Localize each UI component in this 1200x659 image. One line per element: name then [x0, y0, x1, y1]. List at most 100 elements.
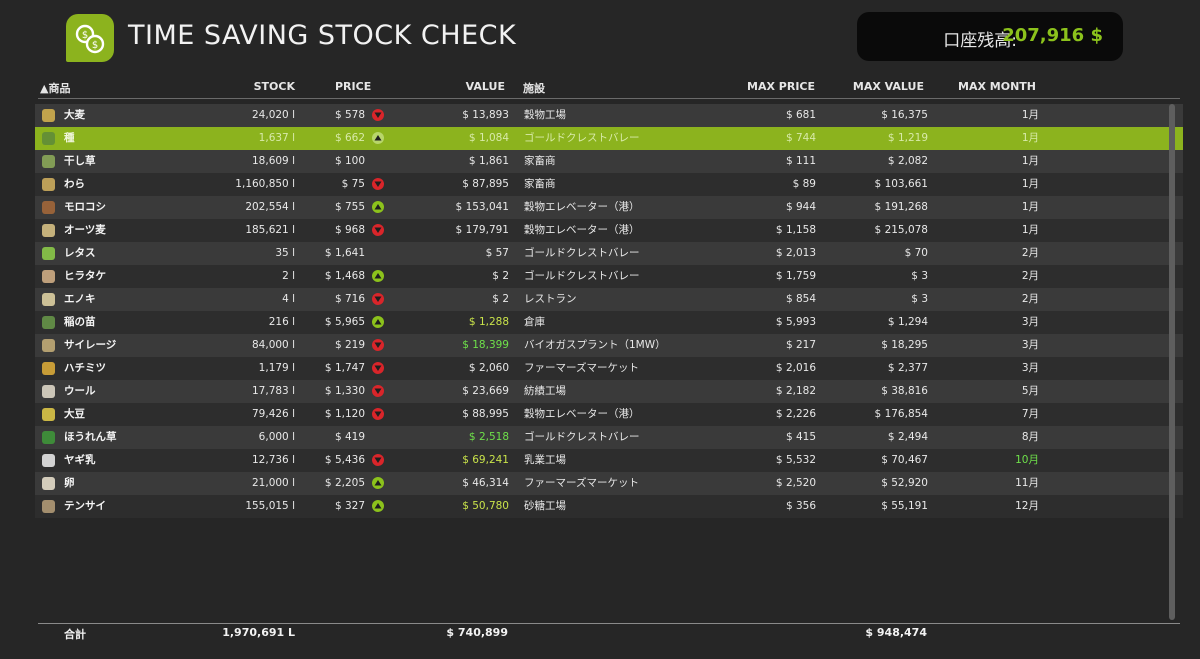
svg-text:$: $	[82, 30, 88, 41]
product-name: オーツ麦	[64, 224, 106, 236]
price-cell: $ 1,120	[324, 408, 365, 420]
max-month-cell: 1月	[1021, 224, 1039, 236]
max-value-cell: $ 38,816	[881, 385, 928, 397]
max-price-cell: $ 944	[785, 201, 816, 213]
facility-cell: ゴールドクレストバレー	[524, 247, 640, 259]
facility-cell: ゴールドクレストバレー	[524, 431, 640, 443]
table-row[interactable]: オーツ麦 185,621 l $ 968 $ 179,791 穀物エレベーター（港） $ …	[35, 219, 1183, 242]
value-cell: $ 153,041	[455, 201, 509, 213]
facility-cell: 砂糖工場	[524, 500, 566, 512]
facility-cell: ゴールドクレストバレー	[524, 270, 640, 282]
lettuce-icon	[41, 246, 56, 261]
goat-milk-icon	[41, 453, 56, 468]
price-up-icon	[372, 477, 384, 489]
column-header-value[interactable]: VALUE	[466, 80, 505, 93]
max-month-cell: 2月	[1021, 270, 1039, 282]
max-month-cell: 1月	[1021, 132, 1039, 144]
product-name: ハチミツ	[64, 362, 106, 374]
column-header-stock[interactable]: STOCK	[254, 80, 295, 93]
table-row[interactable]: レタス 35 l $ 1,641 $ 57 ゴールドクレストバレー $ 2,013 $ 70…	[35, 242, 1183, 265]
stock-total: 1,970,691 L	[222, 626, 295, 639]
table-row[interactable]: 干し草 18,609 l $ 100 $ 1,861 家畜商 $ 111 $ 2,082 1月	[35, 150, 1183, 173]
table-row[interactable]: 稲の苗 216 l $ 5,965 $ 1,288 倉庫 $ 5,993 $ 1,294 3月	[35, 311, 1183, 334]
table-row[interactable]: ヤギ乳 12,736 l $ 5,436 $ 69,241 乳業工場 $ 5,532 $ 7…	[35, 449, 1183, 472]
max-value-cell: $ 16,375	[881, 109, 928, 121]
table-row[interactable]: サイレージ 84,000 l $ 219 $ 18,399 バイオガスプラント（1MW）…	[35, 334, 1183, 357]
table-row[interactable]: 卵 21,000 l $ 2,205 $ 46,314 ファーマーズマーケット $ 2,5…	[35, 472, 1183, 495]
stock-cell: 155,015 l	[245, 500, 295, 512]
value-cell: $ 23,669	[462, 385, 509, 397]
value-cell: $ 1,084	[468, 132, 509, 144]
max-month-cell: 3月	[1021, 362, 1039, 374]
table-row[interactable]: わら 1,160,850 l $ 75 $ 87,895 家畜商 $ 89 $ 103,66…	[35, 173, 1183, 196]
stock-cell: 1,160,850 l	[235, 178, 295, 190]
totals-row: 合計 1,970,691 L $ 740,899 $ 948,474	[0, 626, 1200, 642]
sorghum-icon	[41, 200, 56, 215]
price-down-icon	[372, 385, 384, 397]
max-price-cell: $ 2,226	[775, 408, 816, 420]
column-header-max-value[interactable]: MAX VALUE	[853, 80, 924, 93]
silage-icon	[41, 338, 56, 353]
column-header-max-month[interactable]: MAX MONTH	[958, 80, 1036, 93]
table-row[interactable]: 大麦 24,020 l $ 578 $ 13,893 穀物工場 $ 681 $ 16,375…	[35, 104, 1183, 127]
max-price-cell: $ 744	[785, 132, 816, 144]
table-row[interactable]: ウール 17,783 l $ 1,330 $ 23,669 紡績工場 $ 2,182 $ 3…	[35, 380, 1183, 403]
max-value-cell: $ 2,377	[887, 362, 928, 374]
app-logo: $ $	[66, 14, 114, 62]
price-down-icon	[372, 408, 384, 420]
column-header-name[interactable]: ▲商品	[40, 80, 70, 96]
wheat-icon	[41, 108, 56, 123]
price-down-icon	[372, 362, 384, 374]
page-title: TIME SAVING STOCK CHECK	[128, 20, 517, 51]
column-header-price[interactable]: PRICE	[335, 80, 371, 93]
max-value-cell: $ 215,078	[874, 224, 928, 236]
table-row[interactable]: ほうれん草 6,000 l $ 419 $ 2,518 ゴールドクレストバレー $ 415…	[35, 426, 1183, 449]
price-cell: $ 5,436	[324, 454, 365, 466]
table-row[interactable]: ハチミツ 1,179 l $ 1,747 $ 2,060 ファーマーズマーケット $ 2,…	[35, 357, 1183, 380]
product-name: ヒラタケ	[64, 270, 106, 282]
price-down-icon	[372, 224, 384, 236]
price-cell: $ 327	[334, 500, 365, 512]
seedling-icon	[41, 315, 56, 330]
price-cell: $ 578	[334, 109, 365, 121]
price-down-icon	[372, 178, 384, 190]
table-row[interactable]: テンサイ 155,015 l $ 327 $ 50,780 砂糖工場 $ 356 $ 55,…	[35, 495, 1183, 518]
value-cell: $ 2	[492, 270, 509, 282]
product-name: わら	[64, 178, 85, 190]
max-price-cell: $ 854	[785, 293, 816, 305]
max-price-cell: $ 217	[785, 339, 816, 351]
max-price-cell: $ 2,182	[775, 385, 816, 397]
scrollbar[interactable]	[1169, 104, 1175, 620]
facility-cell: バイオガスプラント（1MW）	[524, 339, 666, 351]
max-month-cell: 5月	[1021, 385, 1039, 397]
table-row[interactable]: 種 1,637 l $ 662 $ 1,084 ゴールドクレストバレー $ 744 $ 1,…	[35, 127, 1183, 150]
price-cell: $ 1,330	[324, 385, 365, 397]
price-up-icon	[372, 201, 384, 213]
facility-cell: ゴールドクレストバレー	[524, 132, 640, 144]
price-down-icon	[372, 293, 384, 305]
max-value-cell: $ 2,494	[887, 431, 928, 443]
table-row[interactable]: 大豆 79,426 l $ 1,120 $ 88,995 穀物エレベーター（港） $ 2,…	[35, 403, 1183, 426]
value-cell: $ 2	[492, 293, 509, 305]
price-cell: $ 1,747	[324, 362, 365, 374]
egg-icon	[41, 476, 56, 491]
table-row[interactable]: モロコシ 202,554 l $ 755 $ 153,041 穀物エレベーター（港） $ …	[35, 196, 1183, 219]
product-name: テンサイ	[64, 500, 106, 512]
max-price-cell: $ 89	[792, 178, 816, 190]
max-month-cell: 1月	[1021, 155, 1039, 167]
price-cell: $ 1,468	[324, 270, 365, 282]
price-down-icon	[372, 454, 384, 466]
max-month-cell: 11月	[1015, 477, 1039, 489]
wool-icon	[41, 384, 56, 399]
table-row[interactable]: ヒラタケ 2 l $ 1,468 $ 2 ゴールドクレストバレー $ 1,759 $ 3 2月	[35, 265, 1183, 288]
price-cell: $ 1,641	[324, 247, 365, 259]
max-month-cell: 1月	[1021, 178, 1039, 190]
coins-icon: $ $	[75, 24, 105, 54]
value-cell: $ 2,518	[468, 431, 509, 443]
table-row[interactable]: エノキ 4 l $ 716 $ 2 レストラン $ 854 $ 3 2月	[35, 288, 1183, 311]
max-price-cell: $ 356	[785, 500, 816, 512]
column-header-facility[interactable]: 施設	[523, 80, 545, 96]
max-value-cell: $ 3	[911, 270, 928, 282]
column-header-max-price[interactable]: MAX PRICE	[747, 80, 815, 93]
sugar-beet-icon	[41, 499, 56, 514]
